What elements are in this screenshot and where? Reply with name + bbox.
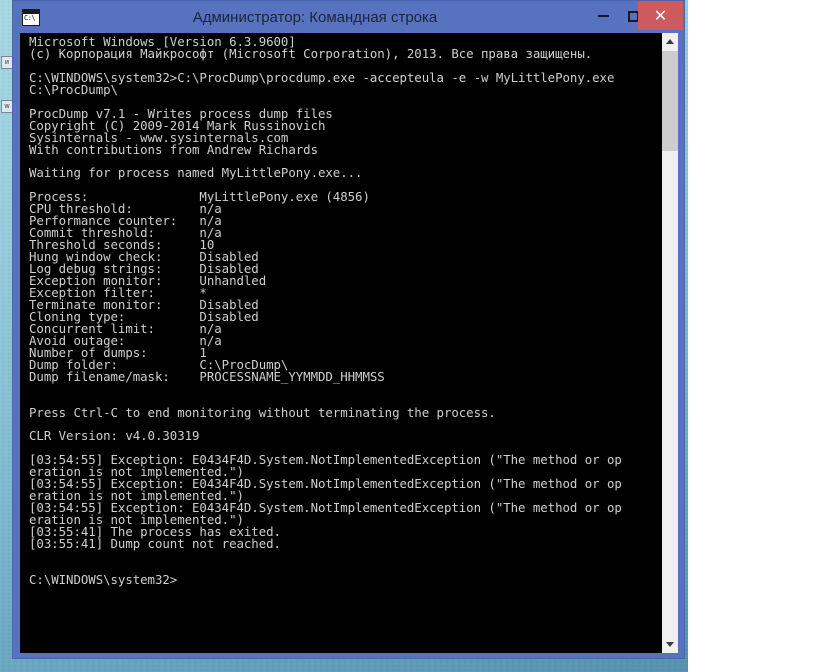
window-titlebar[interactable]: C:\ Администратор: Командная строка ✕ [13,1,684,33]
console-client-area: Microsoft Windows [Version 6.3.9600] (c)… [20,33,678,653]
command-prompt-window: C:\ Администратор: Командная строка ✕ Mi… [12,0,685,659]
chevron-down-icon [666,642,674,647]
scroll-up-arrow[interactable] [662,33,678,50]
close-icon: ✕ [653,5,668,25]
window-title: Администратор: Командная строка [192,8,438,26]
chevron-up-icon [666,39,674,44]
close-button[interactable]: ✕ [638,1,683,30]
console-scrollbar[interactable] [661,33,678,653]
scroll-down-arrow[interactable] [662,636,678,653]
minimize-icon [597,15,609,17]
cmd-icon-glyph: C:\ [24,13,36,22]
scroll-thumb[interactable] [662,51,678,151]
console-output-region[interactable]: Microsoft Windows [Version 6.3.9600] (c)… [20,33,661,653]
console-text: Microsoft Windows [Version 6.3.9600] (c)… [29,34,622,587]
cmd-icon: C:\ [22,8,40,26]
minimize-button[interactable] [588,2,618,30]
maximize-icon [627,10,639,22]
